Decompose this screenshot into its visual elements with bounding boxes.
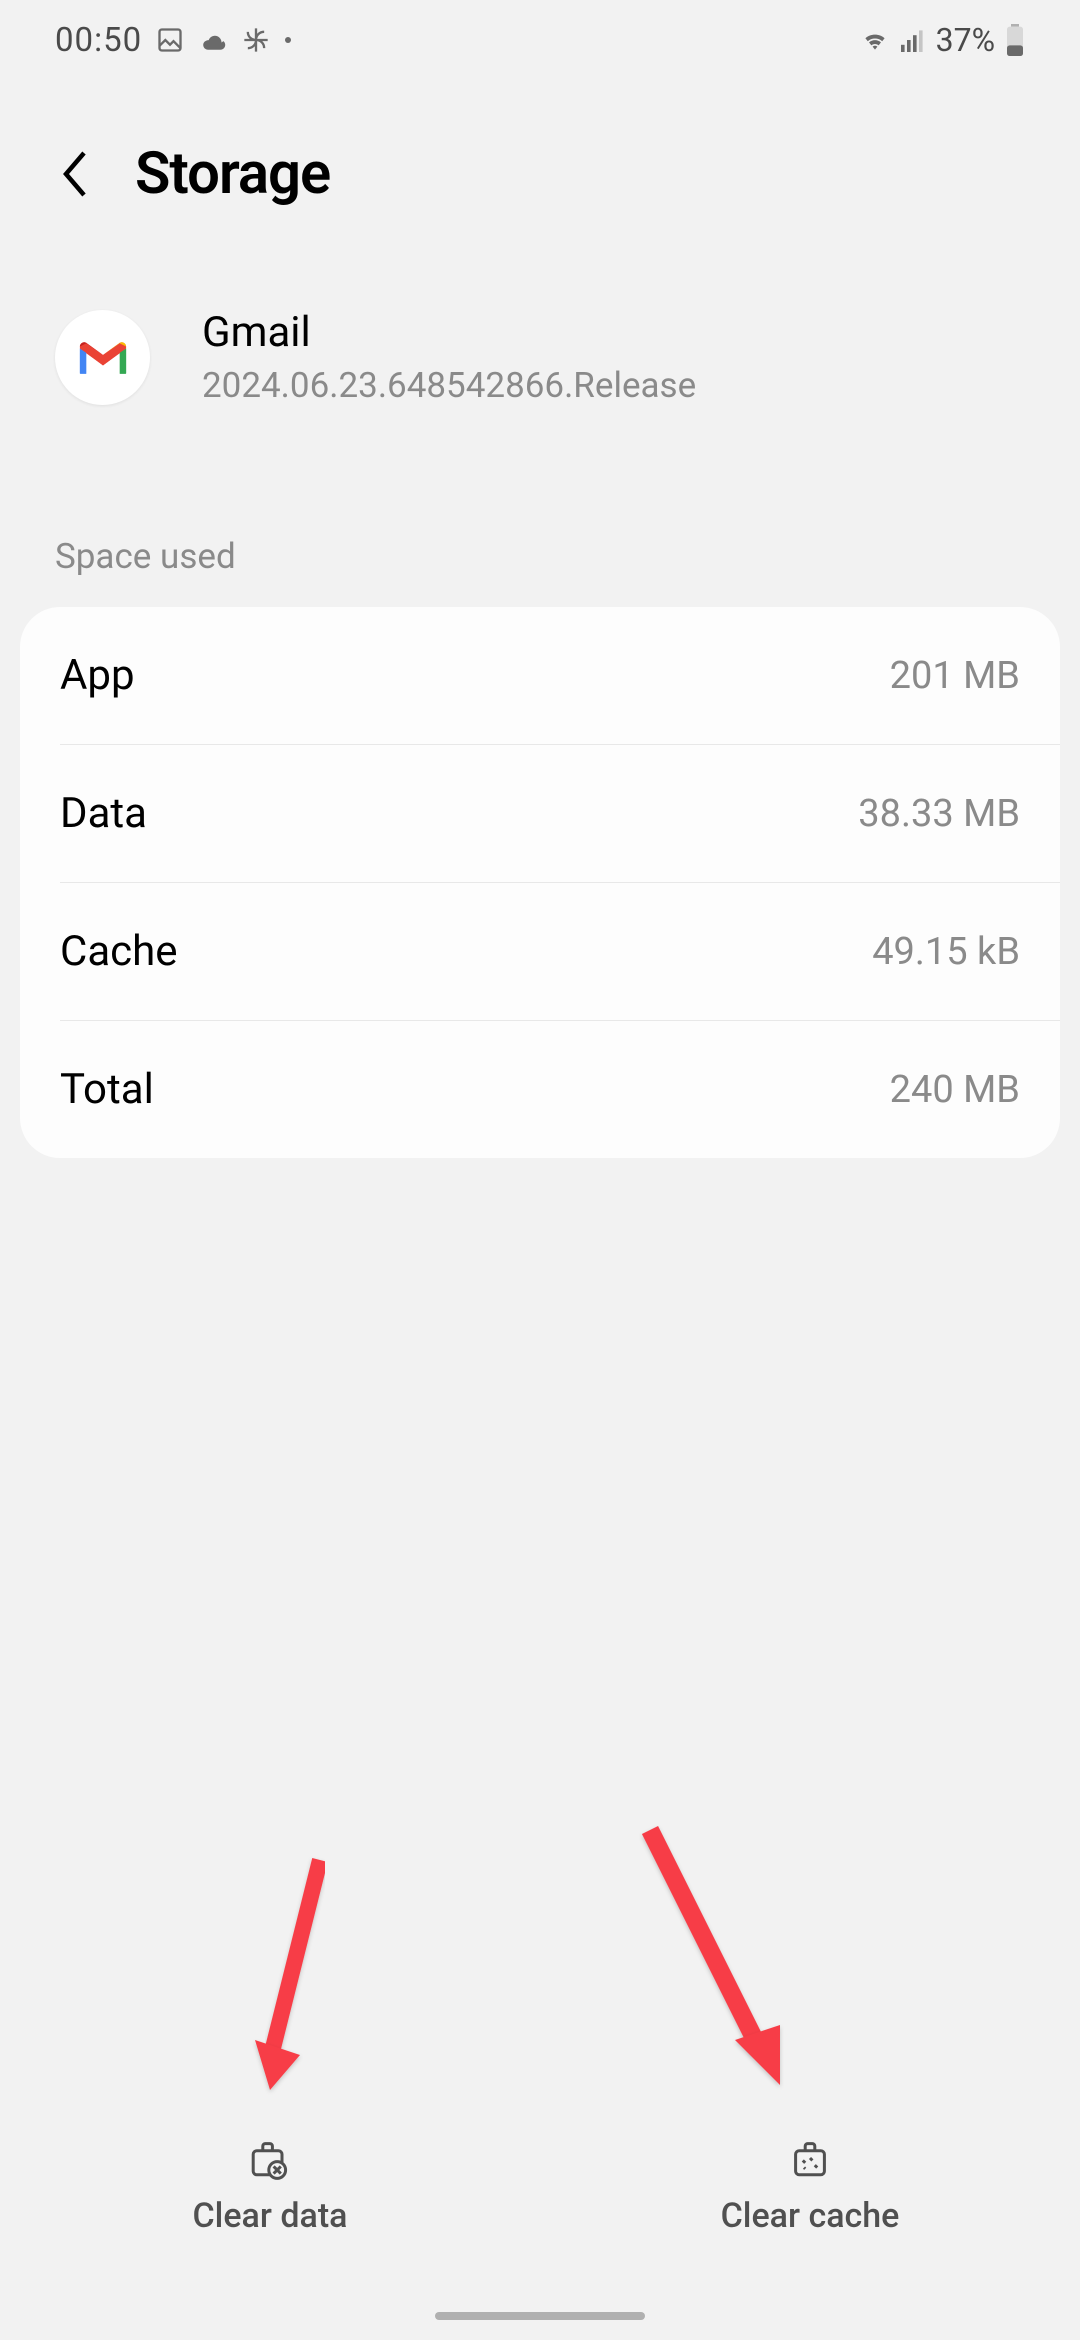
- annotation-arrow: [620, 1820, 800, 2110]
- image-icon: [156, 26, 184, 54]
- section-space-used: Space used: [0, 406, 1080, 607]
- clear-data-icon: [246, 2134, 294, 2182]
- row-data: Data 38.33 MB: [20, 745, 1060, 882]
- status-time: 00:50: [55, 21, 142, 60]
- clear-data-label: Clear data: [192, 2196, 347, 2236]
- row-cache-value: 49.15 kB: [872, 930, 1020, 974]
- app-info: Gmail 2024.06.23.648542866.Release: [0, 208, 1080, 406]
- clear-cache-label: Clear cache: [721, 2196, 900, 2236]
- row-data-label: Data: [60, 789, 147, 838]
- row-data-value: 38.33 MB: [858, 792, 1020, 836]
- gmail-icon: [75, 336, 131, 378]
- bottom-bar: Clear data Clear cache: [0, 2080, 1080, 2340]
- row-cache-label: Cache: [60, 927, 178, 976]
- battery-percent: 37%: [936, 21, 995, 59]
- cloud-icon: [198, 29, 228, 51]
- page-title: Storage: [135, 140, 330, 208]
- back-button[interactable]: [55, 154, 95, 194]
- annotation-arrow: [250, 1850, 350, 2110]
- row-total-label: Total: [60, 1065, 154, 1114]
- header: Storage: [0, 80, 1080, 208]
- row-cache: Cache 49.15 kB: [20, 883, 1060, 1020]
- app-name: Gmail: [202, 308, 696, 357]
- clear-data-button[interactable]: Clear data: [0, 2080, 540, 2340]
- nav-indicator[interactable]: [435, 2312, 645, 2320]
- wifi-icon: [860, 28, 890, 52]
- row-total-value: 240 MB: [890, 1068, 1020, 1112]
- clear-cache-button[interactable]: Clear cache: [540, 2080, 1080, 2340]
- row-app-label: App: [60, 651, 135, 700]
- app-icon: [55, 310, 150, 405]
- status-bar: 00:50 37%: [0, 0, 1080, 80]
- space-used-card: App 201 MB Data 38.33 MB Cache 49.15 kB …: [20, 607, 1060, 1158]
- row-app-value: 201 MB: [890, 654, 1020, 698]
- chevron-left-icon: [60, 150, 90, 198]
- status-left: 00:50: [55, 21, 292, 60]
- signal-icon: [900, 28, 926, 52]
- app-version: 2024.06.23.648542866.Release: [202, 365, 696, 406]
- clear-cache-icon: [786, 2134, 834, 2182]
- pinwheel-icon: [242, 26, 270, 54]
- row-total: Total 240 MB: [20, 1021, 1060, 1158]
- row-app: App 201 MB: [20, 607, 1060, 744]
- app-details: Gmail 2024.06.23.648542866.Release: [202, 308, 696, 406]
- status-right: 37%: [860, 21, 1025, 59]
- dot-icon: [284, 36, 292, 44]
- battery-icon: [1005, 24, 1025, 56]
